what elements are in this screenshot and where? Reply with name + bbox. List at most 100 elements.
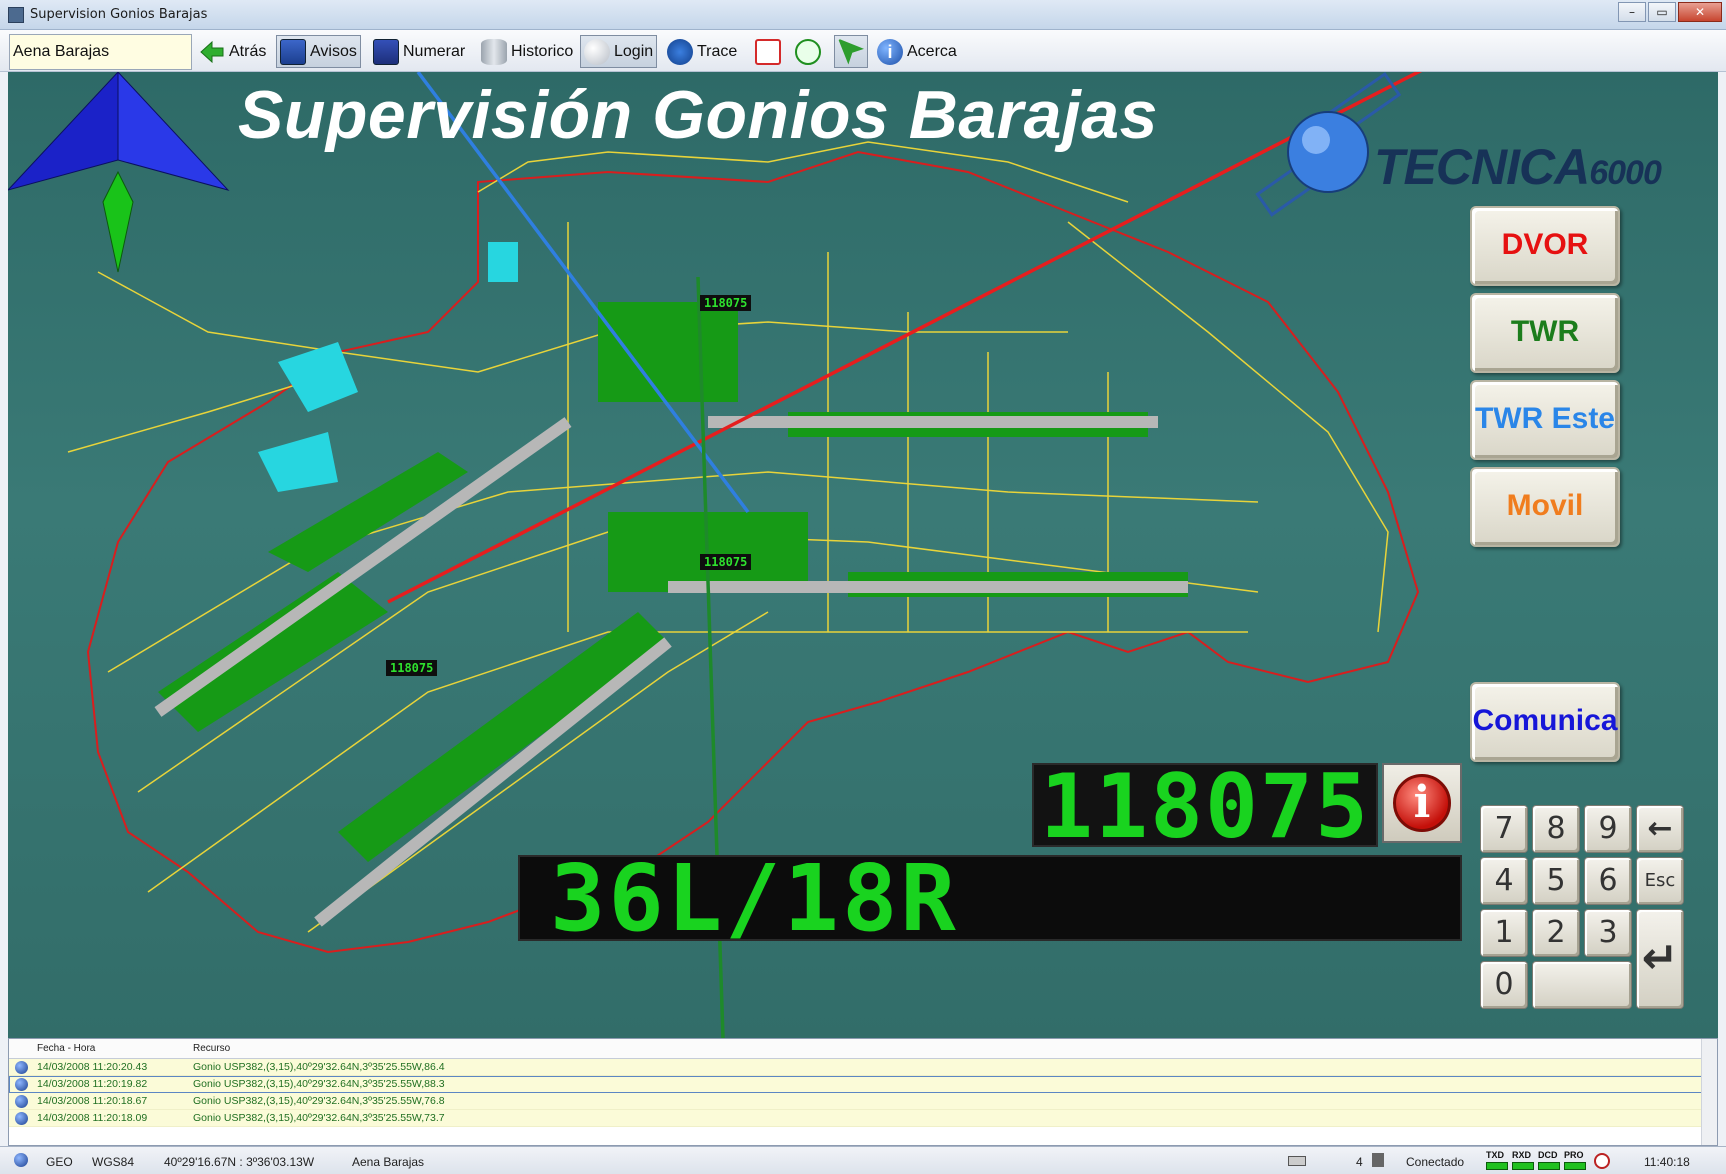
key-2[interactable]: 2	[1532, 909, 1580, 957]
log-row[interactable]: 14/03/2008 11:20:20.43 Gonio USP382,(3,15…	[9, 1059, 1717, 1076]
about-button[interactable]: i Acerca	[874, 35, 960, 68]
back-arrow-icon	[199, 39, 225, 65]
col-resource[interactable]: Recurso	[193, 1043, 230, 1054]
txd-led	[1486, 1162, 1508, 1170]
status-connection: Conectado	[1406, 1155, 1465, 1169]
status-datum: WGS84	[92, 1155, 135, 1169]
led-label: RXD	[1512, 1150, 1532, 1160]
connector-icon	[1372, 1153, 1384, 1167]
log-time: 14/03/2008 11:20:19.82	[37, 1078, 148, 1090]
log-time: 14/03/2008 11:20:18.09	[37, 1112, 148, 1124]
key-0[interactable]: 0	[1480, 961, 1528, 1009]
log-resource: Gonio USP382,(3,15),40º29'32.64N,3º35'25…	[193, 1061, 445, 1073]
zoom-rect-icon	[755, 38, 781, 65]
brand-main: TECNICA	[1374, 139, 1590, 195]
pro-led	[1564, 1162, 1586, 1170]
back-button[interactable]: Atrás	[196, 35, 269, 68]
about-label: Acerca	[907, 42, 957, 60]
log-resource: Gonio USP382,(3,15),40º29'32.64N,3º35'25…	[193, 1112, 445, 1124]
disk-icon	[1288, 1156, 1306, 1166]
status-count: 4	[1356, 1155, 1363, 1169]
close-button[interactable]: ✕	[1678, 2, 1722, 22]
twr-oeste-button[interactable]: TWR Oeste	[1470, 293, 1620, 422]
globe-icon	[15, 1061, 28, 1074]
log-row[interactable]: 14/03/2008 11:20:18.67 Gonio USP382,(3,15…	[9, 1093, 1717, 1110]
status-mode: GEO	[46, 1155, 73, 1169]
login-button[interactable]: Login	[580, 35, 658, 68]
database-icon	[481, 38, 507, 65]
maximize-button[interactable]: ▭	[1648, 2, 1676, 22]
col-datetime[interactable]: Fecha - Hora	[37, 1043, 95, 1054]
north-arrow-icon	[8, 72, 230, 273]
log-scrollbar[interactable]	[1701, 1039, 1717, 1145]
history-label: Historico	[511, 42, 574, 60]
history-button[interactable]: Historico	[478, 35, 576, 68]
window-controls: – ▭ ✕	[1618, 2, 1722, 22]
window-title: Supervision Gonios Barajas	[30, 7, 208, 22]
key-4[interactable]: 4	[1480, 857, 1528, 905]
brand-number: 6000	[1589, 154, 1662, 192]
led-label: TXD	[1486, 1150, 1504, 1160]
map-title: Supervisión Gonios Barajas	[238, 77, 1158, 153]
flag-icon	[373, 38, 399, 65]
enter-key[interactable]: ↵	[1636, 909, 1684, 1009]
escape-key[interactable]: Esc	[1636, 857, 1684, 905]
key-icon	[584, 38, 610, 65]
zoom-in-button[interactable]	[792, 35, 824, 68]
number-label: Numerar	[403, 42, 466, 60]
status-location: Aena Barajas	[352, 1155, 425, 1169]
trace-button[interactable]: Trace	[664, 35, 740, 68]
alerts-button[interactable]: Avisos	[276, 35, 361, 68]
log-time: 14/03/2008 11:20:20.43	[37, 1061, 148, 1073]
station-label-north[interactable]: 118075	[700, 295, 752, 311]
globe-status-icon	[14, 1153, 28, 1167]
app-window: Supervision Gonios Barajas – ▭ ✕ Aena Ba…	[0, 0, 1726, 1174]
key-3[interactable]: 3	[1584, 909, 1632, 957]
status-time: 11:40:18	[1644, 1155, 1690, 1169]
status-bar: GEO WGS84 40º29'16.67N : 3º36'03.13W Aen…	[0, 1146, 1726, 1174]
frequency-display: 118075	[1032, 763, 1378, 851]
log-resource: Gonio USP382,(3,15),40º29'32.64N,3º35'25…	[193, 1095, 445, 1107]
zoom-window-button[interactable]	[752, 35, 784, 68]
globe-icon	[15, 1112, 28, 1125]
key-5[interactable]: 5	[1532, 857, 1580, 905]
dcd-led	[1538, 1162, 1560, 1170]
log-header: Fecha - Hora Recurso	[9, 1039, 1717, 1059]
key-6[interactable]: 6	[1584, 857, 1632, 905]
alerts-label: Avisos	[310, 42, 357, 60]
key-8[interactable]: 8	[1532, 805, 1580, 853]
twr-este-button[interactable]: TWR Este	[1470, 380, 1620, 460]
movil-button[interactable]: Movil	[1470, 467, 1620, 547]
key-7[interactable]: 7	[1480, 805, 1528, 853]
backspace-key[interactable]: ←	[1636, 805, 1684, 853]
location-combo[interactable]: Aena Barajas	[9, 34, 192, 70]
log-time: 14/03/2008 11:20:18.67	[37, 1095, 148, 1107]
satellite-icon	[667, 38, 693, 65]
globe-icon	[15, 1078, 28, 1091]
dvor-button[interactable]: DVOR	[1470, 206, 1620, 286]
number-button[interactable]: Numerar	[370, 35, 468, 68]
select-button[interactable]	[834, 35, 868, 68]
log-row[interactable]: 14/03/2008 11:20:18.09 Gonio USP382,(3,15…	[9, 1110, 1717, 1127]
space-key[interactable]	[1532, 961, 1632, 1009]
station-label-center[interactable]: 118075	[700, 554, 752, 570]
minimize-button[interactable]: –	[1618, 2, 1646, 22]
app-icon	[8, 7, 24, 23]
station-label-west[interactable]: 118075	[386, 660, 438, 676]
toolbar: Aena Barajas Atrás Avisos Numerar Histor…	[0, 30, 1726, 72]
key-1[interactable]: 1	[1480, 909, 1528, 957]
log-resource: Gonio USP382,(3,15),40º29'32.64N,3º35'25…	[193, 1078, 445, 1090]
key-9[interactable]: 9	[1584, 805, 1632, 853]
led-label: DCD	[1538, 1150, 1558, 1160]
comunica-button[interactable]: Comunica	[1470, 682, 1620, 762]
info-icon: i	[877, 38, 903, 65]
led-label: PRO	[1564, 1150, 1584, 1160]
title-bar: Supervision Gonios Barajas – ▭ ✕	[0, 0, 1726, 30]
info-button[interactable]: i	[1382, 763, 1462, 843]
log-row[interactable]: 14/03/2008 11:20:19.82 Gonio USP382,(3,15…	[9, 1076, 1717, 1093]
monitor-icon	[280, 38, 306, 65]
zoom-in-icon	[795, 38, 821, 65]
rxd-led	[1512, 1162, 1534, 1170]
login-label: Login	[614, 42, 654, 60]
event-log: Fecha - Hora Recurso 14/03/2008 11:20:20…	[8, 1038, 1718, 1146]
